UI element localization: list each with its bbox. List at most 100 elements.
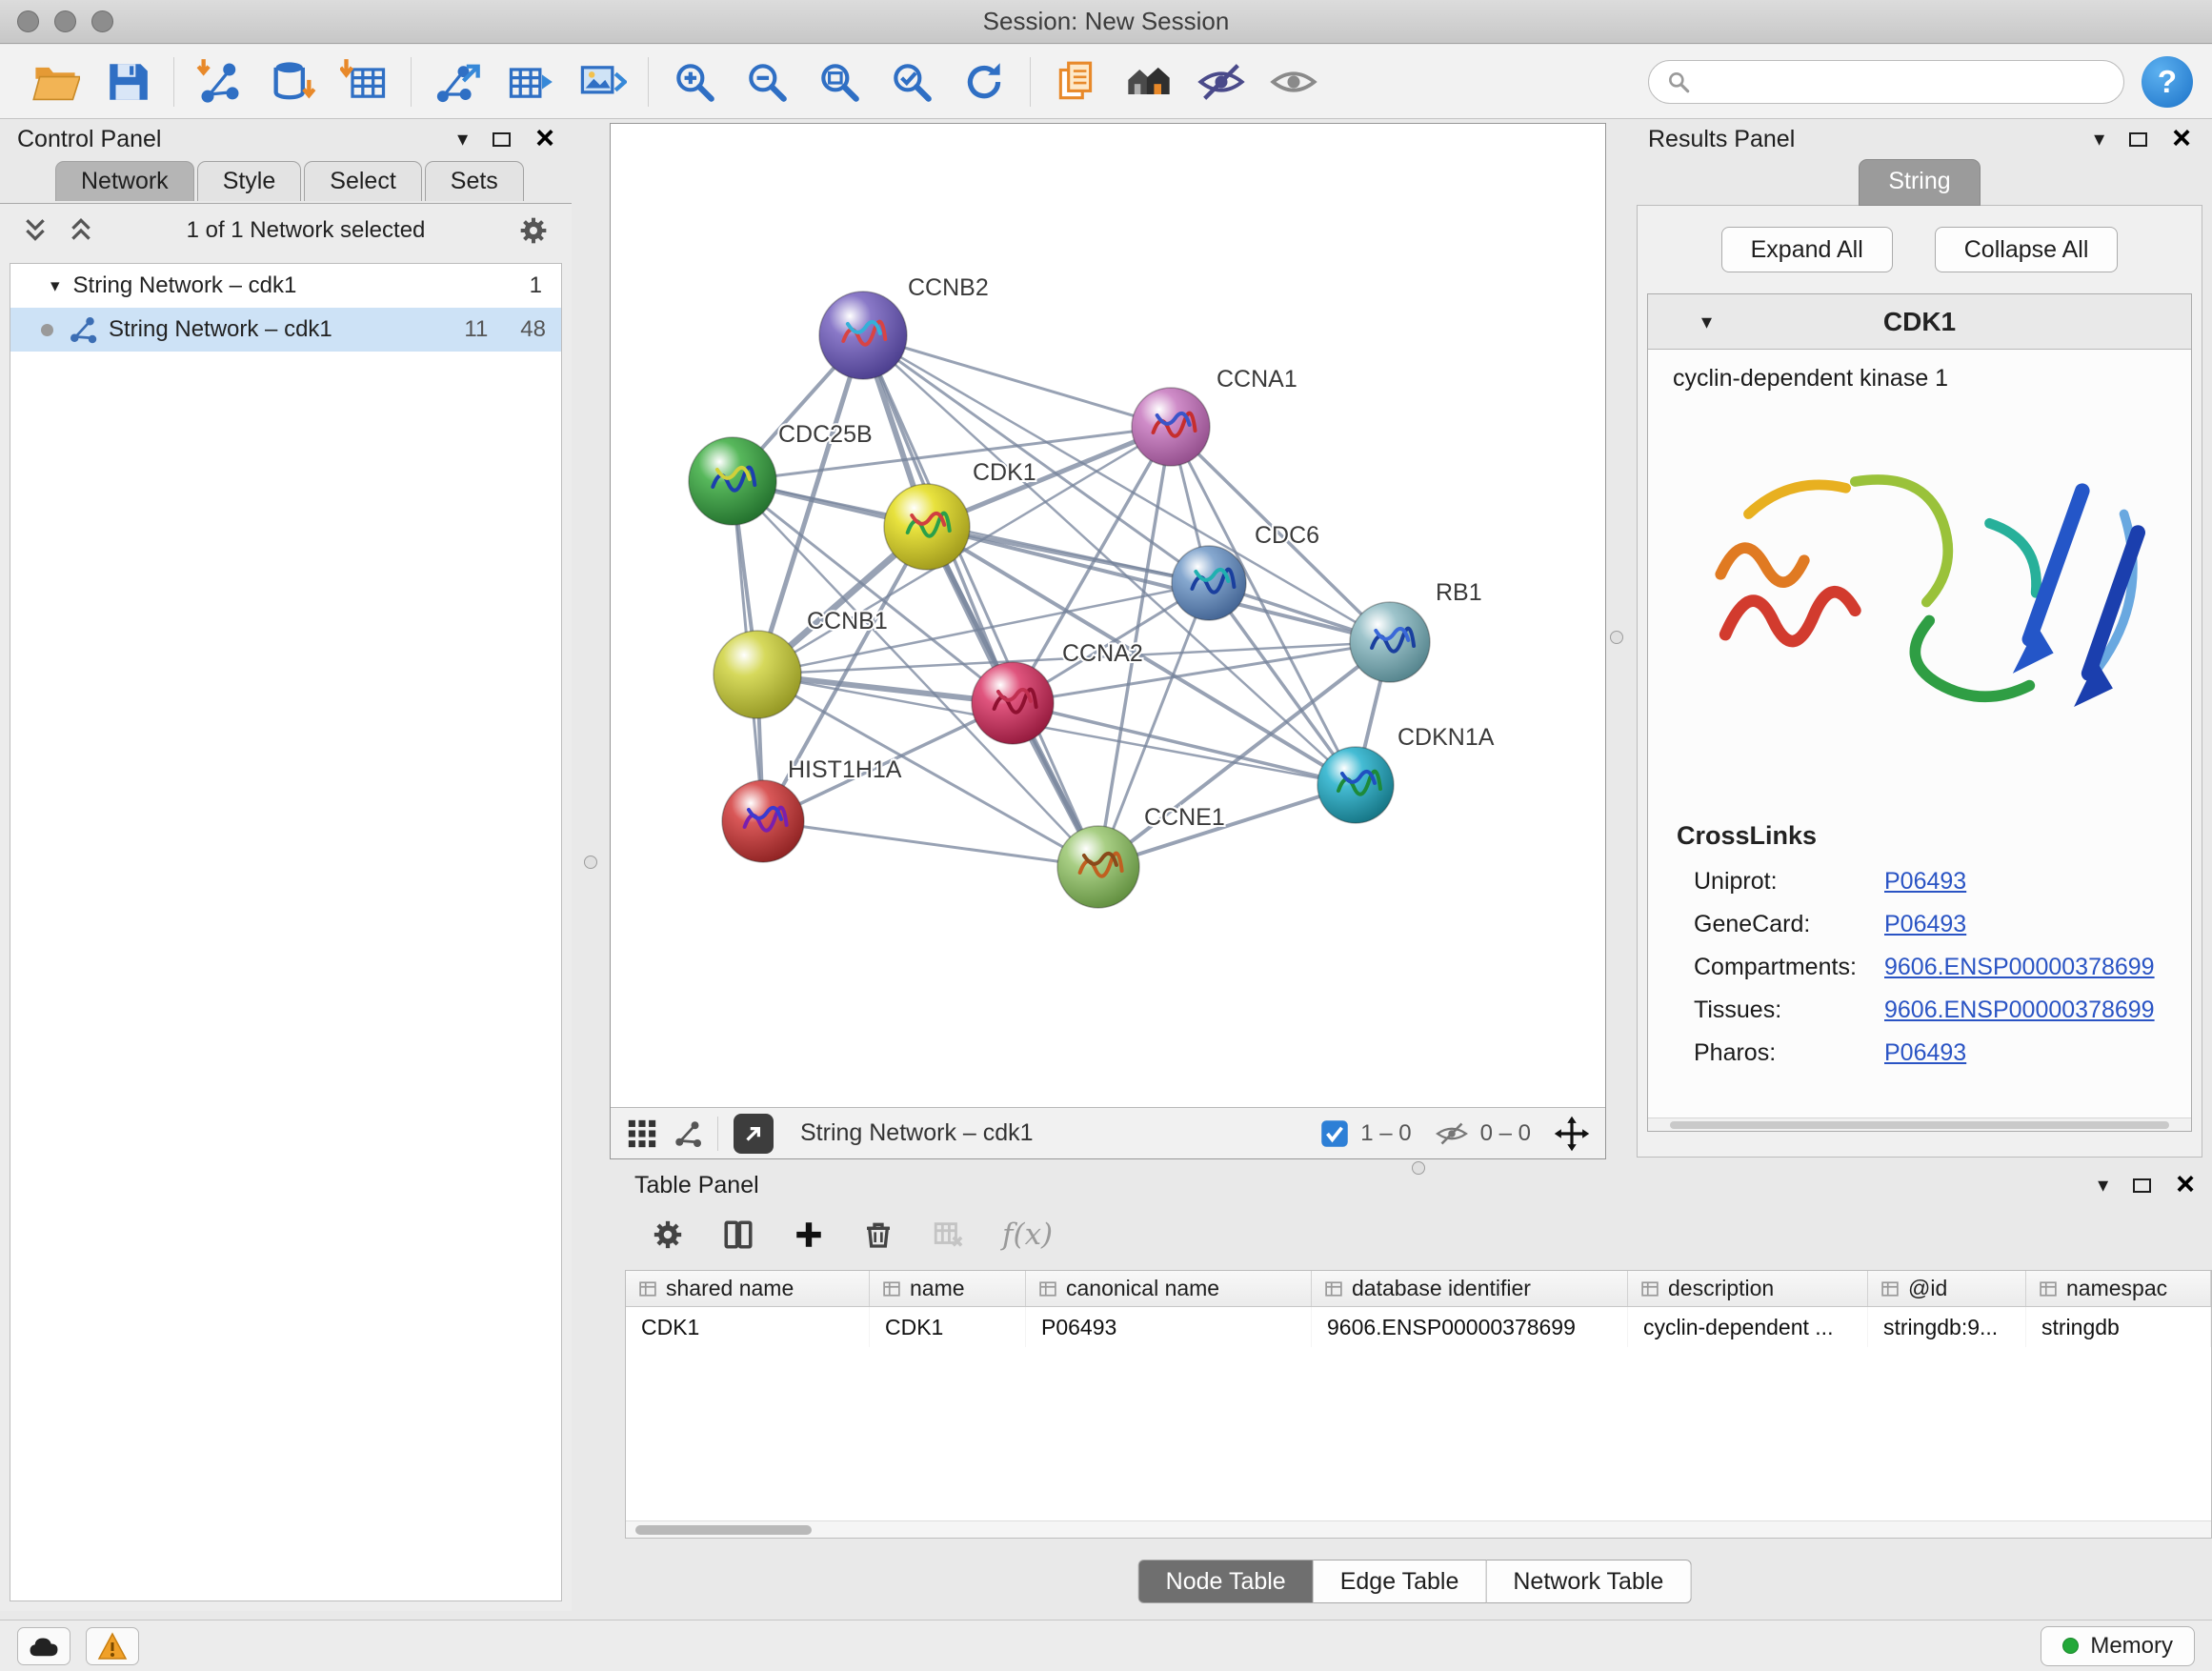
save-session-button[interactable] [91,51,164,112]
network-node-CDC25B[interactable] [689,437,776,525]
zoom-in-button[interactable] [658,51,731,112]
crosslink-genecard-link[interactable]: P06493 [1884,911,1966,938]
cloud-button[interactable] [17,1627,70,1665]
export-network-button[interactable] [421,51,493,112]
delete-column-trash-icon[interactable] [863,1219,894,1250]
cell-shared-name[interactable]: CDK1 [626,1307,870,1347]
tab-node-table[interactable]: Node Table [1138,1560,1314,1603]
expand-all-button[interactable]: Expand All [1721,227,1893,272]
add-column-plus-icon[interactable] [793,1218,825,1251]
network-edge[interactable] [863,335,1098,867]
pan-crosshair-icon[interactable] [1554,1116,1590,1152]
collapse-triangle-icon[interactable]: ▾ [1701,310,1712,334]
warning-button[interactable] [86,1627,139,1665]
collapse-triangle-icon[interactable]: ▾ [50,275,60,297]
homes-button[interactable] [1113,51,1185,112]
tab-network-table[interactable]: Network Table [1486,1560,1691,1603]
panel-close-icon[interactable]: × [535,126,554,151]
column-header-database-identifier[interactable]: database identifier [1312,1271,1628,1306]
column-header-namespace[interactable]: namespac [2026,1271,2211,1306]
network-node-CCNA2[interactable] [972,662,1054,744]
export-table-button[interactable] [493,51,566,112]
memory-button[interactable]: Memory [2041,1626,2195,1666]
import-table-button[interactable] [329,51,401,112]
tab-network[interactable]: Network [55,161,194,201]
tab-edge-table[interactable]: Edge Table [1314,1560,1487,1603]
birdseye-grid-icon[interactable] [626,1117,658,1150]
crosslink-uniprot-link[interactable]: P06493 [1884,868,1966,896]
import-network-file-button[interactable] [184,51,256,112]
window-close-button[interactable] [17,10,39,32]
column-header-description[interactable]: description [1628,1271,1868,1306]
tab-select[interactable]: Select [304,161,421,201]
vertical-splitter-handle[interactable] [1610,631,1623,644]
network-node-HIST1H1A[interactable] [722,780,804,862]
panel-float-icon[interactable] [2129,132,2147,147]
double-chevron-up-icon[interactable] [69,217,93,244]
results-horizontal-scrollbar[interactable] [1648,1117,2191,1131]
panel-menu-icon[interactable]: ▾ [2098,1173,2108,1198]
network-glyph-icon[interactable] [674,1119,702,1148]
network-node-CCNE1[interactable] [1057,826,1139,908]
crosslink-compartments-link[interactable]: 9606.ENSP00000378699 [1884,954,2155,981]
horizontal-splitter-handle[interactable] [1412,1161,1425,1175]
refresh-view-button[interactable] [948,51,1020,112]
open-session-button[interactable] [19,51,91,112]
selected-checkbox-icon[interactable] [1320,1119,1349,1148]
fit-content-button[interactable] [803,51,875,112]
window-zoom-button[interactable] [91,10,113,32]
cell-name[interactable]: CDK1 [870,1307,1026,1347]
network-node-CCNB1[interactable] [714,631,801,718]
network-row-selected[interactable]: String Network – cdk1 11 48 [10,308,561,352]
hide-selected-button[interactable] [1185,51,1257,112]
search-input[interactable] [1702,69,2106,95]
network-collection-row[interactable]: ▾ String Network – cdk1 1 [10,264,561,308]
panel-float-icon[interactable] [493,132,511,147]
tab-string-results[interactable]: String [1859,159,1980,206]
zoom-out-button[interactable] [731,51,803,112]
open-in-window-button[interactable] [734,1114,774,1154]
network-canvas[interactable]: CCNB2CCNA1CDC25BCDK1CDC6RB1CCNB1CCNA2CDK… [611,124,1605,1107]
export-image-button[interactable] [566,51,638,112]
network-canvas-svg[interactable]: CCNB2CCNA1CDC25BCDK1CDC6RB1CCNB1CCNA2CDK… [611,124,1605,1107]
network-node-CCNA1[interactable] [1132,388,1210,466]
network-edge[interactable] [863,335,1171,427]
hidden-eye-slash-icon[interactable] [1435,1117,1469,1151]
tab-sets[interactable]: Sets [425,161,524,201]
tab-style[interactable]: Style [197,161,302,201]
zoom-selected-button[interactable] [875,51,948,112]
crosslink-pharos-link[interactable]: P06493 [1884,1039,1966,1067]
help-button[interactable]: ? [2142,56,2193,108]
cell-database-identifier[interactable]: 9606.ENSP00000378699 [1312,1307,1628,1347]
cell-namespace[interactable]: stringdb [2026,1307,2211,1347]
window-minimize-button[interactable] [54,10,76,32]
crosslink-tissues-link[interactable]: 9606.ENSP00000378699 [1884,997,2155,1024]
network-edge[interactable] [763,821,1098,867]
network-node-CDKN1A[interactable] [1317,747,1394,823]
search-box[interactable] [1648,60,2124,104]
network-edge[interactable] [927,527,1390,642]
cell-id[interactable]: stringdb:9... [1868,1307,2026,1347]
documents-button[interactable] [1040,51,1113,112]
panel-close-icon[interactable]: × [2176,1172,2195,1198]
cell-canonical-name[interactable]: P06493 [1026,1307,1312,1347]
vertical-splitter-handle[interactable] [584,856,597,869]
network-node-CDK1[interactable] [884,484,970,570]
column-header-name[interactable]: name [870,1271,1026,1306]
column-header-canonical-name[interactable]: canonical name [1026,1271,1312,1306]
double-chevron-down-icon[interactable] [23,217,48,244]
show-columns-icon[interactable] [722,1218,754,1251]
collapse-all-button[interactable]: Collapse All [1935,227,2119,272]
cell-description[interactable]: cyclin-dependent ... [1628,1307,1868,1347]
column-header-id[interactable]: @id [1868,1271,2026,1306]
table-row[interactable]: CDK1 CDK1 P06493 9606.ENSP00000378699 cy… [626,1307,2211,1347]
panel-menu-icon[interactable]: ▾ [2094,127,2104,151]
show-all-button[interactable] [1257,51,1330,112]
column-header-shared-name[interactable]: shared name [626,1271,870,1306]
panel-float-icon[interactable] [2133,1178,2151,1193]
protein-section-header[interactable]: ▾ CDK1 [1648,294,2191,350]
import-network-database-button[interactable] [256,51,329,112]
table-settings-gear-icon[interactable] [652,1218,684,1251]
scrollbar-thumb[interactable] [635,1525,812,1535]
table-horizontal-scrollbar[interactable] [626,1520,2211,1538]
